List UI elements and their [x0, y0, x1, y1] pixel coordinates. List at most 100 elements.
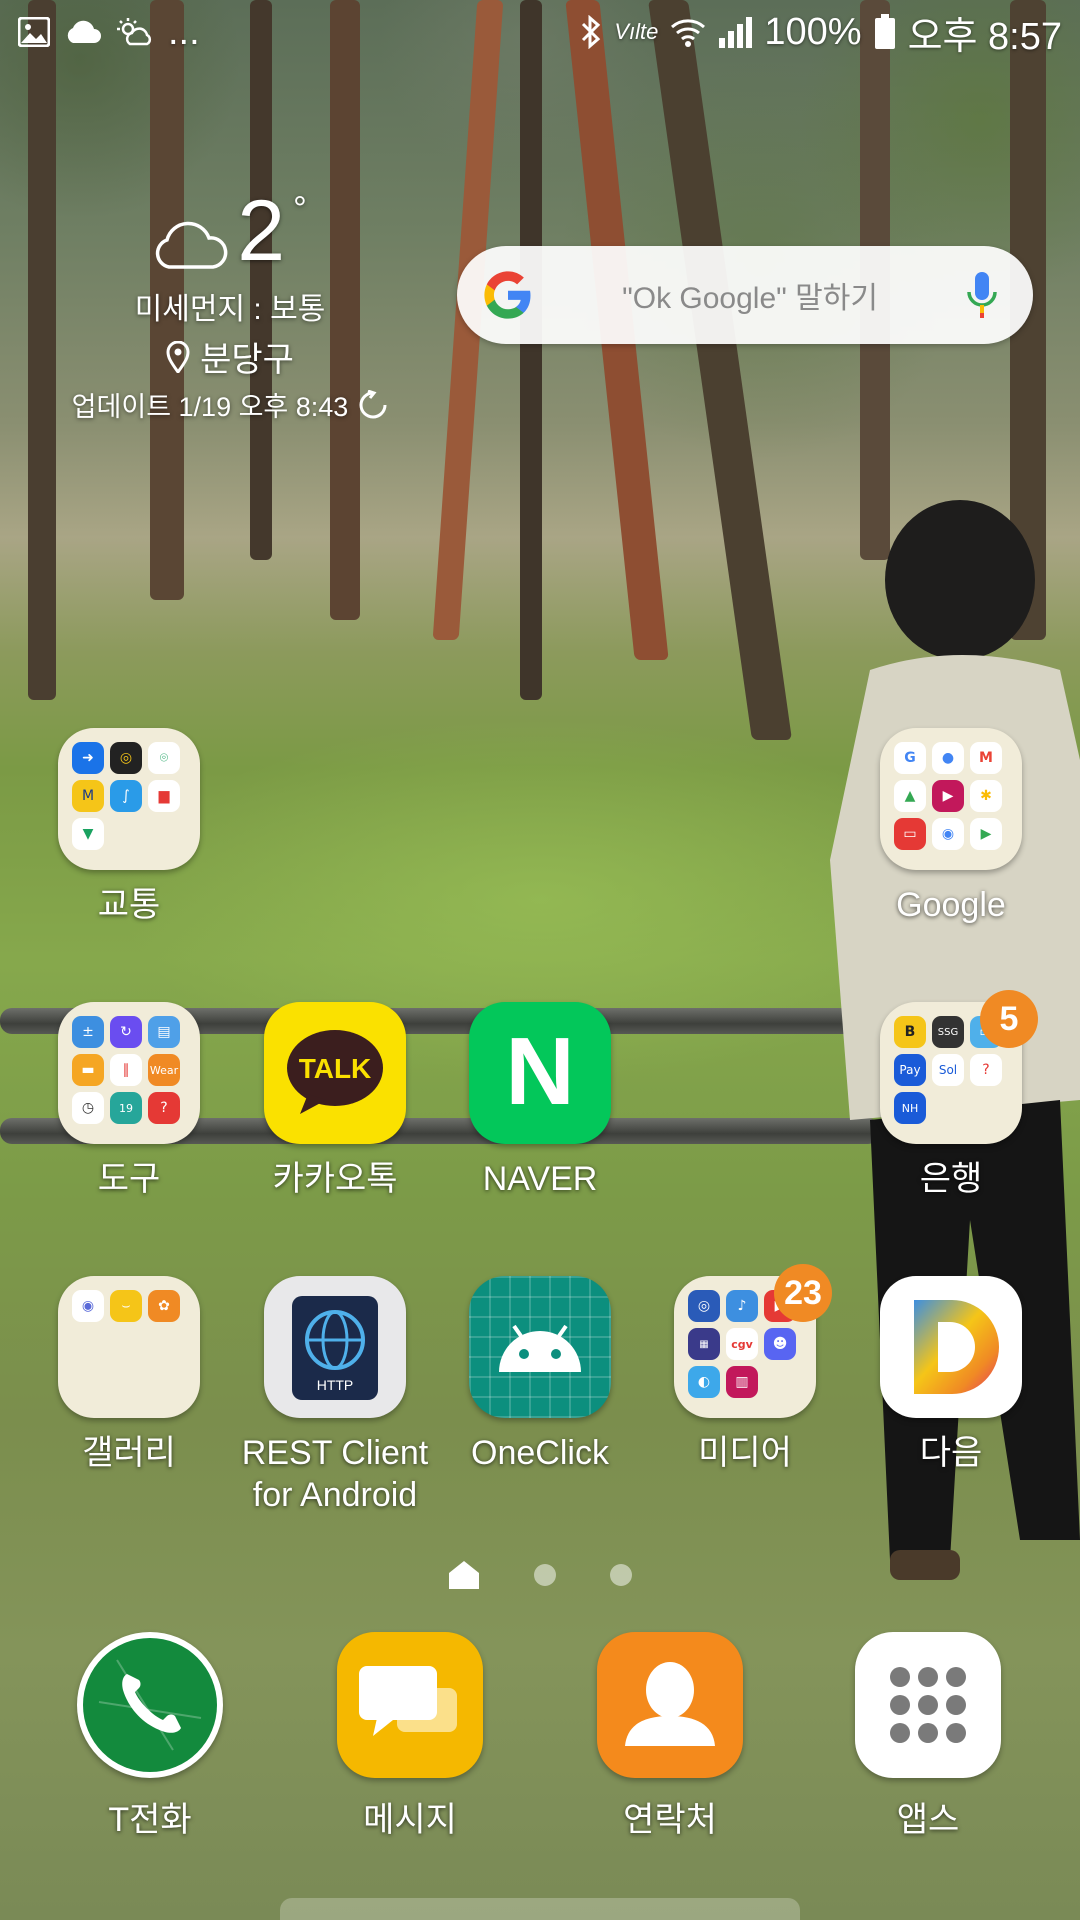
mega-app-icon: ▦	[688, 1328, 720, 1360]
daum-logo	[914, 1300, 999, 1394]
dock-messages[interactable]: 메시지	[300, 1632, 520, 1841]
app-rest-client[interactable]: HTTP REST Client for Android	[235, 1276, 435, 1516]
nav-app-icon: ➜	[72, 742, 104, 774]
smile-app-icon: ⌣	[110, 1290, 142, 1322]
mic-icon[interactable]	[965, 270, 999, 320]
battery-icon	[874, 14, 896, 50]
voice-search-icon: ●	[932, 742, 964, 774]
folder-bank[interactable]: B SSG ▭ Pay Sol ? NH 5 은행	[851, 990, 1051, 1200]
google-search-bar[interactable]: "Ok Google" 말하기	[457, 246, 1033, 344]
cloud-icon	[64, 20, 102, 44]
temperature: 2	[237, 183, 286, 279]
kakaotalk-icon[interactable]: TALK	[264, 1002, 406, 1144]
wifi-icon	[670, 17, 706, 47]
folder-media-tile[interactable]: ◎ ♪ ▶ ▦ cgv ☻ ◐ ▥ 23	[674, 1264, 832, 1418]
page-dot-2[interactable]	[534, 1564, 556, 1586]
folder-preview: ± ↻ ▤ ▬ ∥ Wear ◷ 19 ?	[72, 1016, 186, 1130]
app-rest-client-label-line2: for Android	[252, 1476, 418, 1514]
daum-icon[interactable]	[880, 1276, 1022, 1418]
dock-messages-label: 메시지	[363, 1801, 457, 1839]
folder-preview: ➜ ◎ ⌾ M ∫ ▆ ▼	[72, 742, 186, 856]
folder-tools-label: 도구	[97, 1160, 161, 1198]
signal-icon	[718, 16, 753, 48]
messages-icon[interactable]	[337, 1632, 483, 1778]
page-dot-3[interactable]	[610, 1564, 632, 1586]
sync-app-icon: ↻	[110, 1016, 142, 1048]
contacts-icon[interactable]	[597, 1632, 743, 1778]
dock-contacts[interactable]: 연락처	[560, 1632, 780, 1841]
rest-client-icon[interactable]: HTTP	[264, 1276, 406, 1418]
dock-contacts-label: 연락처	[623, 1801, 717, 1839]
folder-gallery-label: 갤러리	[82, 1434, 176, 1472]
app-naver[interactable]: N NAVER	[440, 1002, 640, 1200]
home-page-icon[interactable]	[448, 1560, 480, 1590]
image-icon	[18, 17, 50, 47]
app-oneclick[interactable]: OneClick	[440, 1276, 640, 1474]
nh-bank-icon: NH	[894, 1092, 926, 1124]
my-files-icon: ▬	[72, 1054, 104, 1086]
gmail-icon: M	[970, 742, 1002, 774]
folder-bank-tile[interactable]: B SSG ▭ Pay Sol ? NH 5	[880, 990, 1038, 1144]
apps-drawer-icon[interactable]	[855, 1632, 1001, 1778]
app-kakaotalk[interactable]: TALK 카카오톡	[235, 1002, 435, 1200]
google-app-icon: G	[894, 742, 926, 774]
location-pin-icon	[166, 340, 190, 373]
fine-dust-status: 미세먼지 : 보통	[134, 293, 326, 326]
play-store-icon: ▶	[970, 818, 1002, 850]
weather-cloud-icon	[153, 188, 229, 277]
folder-preview: ◉ ⌣ ✿	[72, 1290, 186, 1404]
wallpaper-tree	[28, 0, 56, 700]
folder-tools-tile[interactable]: ± ↻ ▤ ▬ ∥ Wear ◷ 19 ?	[58, 1002, 200, 1144]
notification-badge: 23	[774, 1264, 832, 1322]
status-left: ...	[18, 11, 200, 54]
driving-app-icon: ◎	[110, 742, 142, 774]
music-app-icon: ♪	[726, 1290, 758, 1322]
chrome-icon: ◉	[932, 818, 964, 850]
dock-apps-label: 앱스	[896, 1801, 960, 1839]
notification-badge: 5	[980, 990, 1038, 1048]
youtube-icon: ▭	[894, 818, 926, 850]
android-robot-icon	[499, 1324, 581, 1372]
dock-apps[interactable]: 앱스	[818, 1632, 1038, 1841]
folder-transport-tile[interactable]: ➜ ◎ ⌾ M ∫ ▆ ▼	[58, 728, 200, 870]
t-phone-icon[interactable]	[77, 1632, 223, 1778]
wear-app-icon: Wear	[148, 1054, 180, 1086]
calculator-icon: ±	[72, 1016, 104, 1048]
clock-app-icon: ◷	[72, 1092, 104, 1124]
naver-icon[interactable]: N	[469, 1002, 611, 1144]
route-app-icon: ∫	[110, 780, 142, 812]
refresh-icon[interactable]	[358, 389, 388, 420]
weather-top: 2 °	[60, 188, 400, 278]
dock-phone[interactable]: T전화	[40, 1632, 260, 1841]
folder-transport-label: 교통	[97, 886, 161, 924]
degree-symbol: °	[293, 190, 307, 228]
world-app-icon: ?	[148, 1092, 180, 1124]
page-indicator[interactable]	[0, 1560, 1080, 1590]
naver-logo: N	[505, 1018, 574, 1125]
location-name: 분당구	[200, 341, 294, 379]
kb-app-icon: ?	[970, 1054, 1002, 1086]
oneclick-icon[interactable]	[469, 1276, 611, 1418]
sol-app-icon: Sol	[932, 1054, 964, 1086]
map-pin-app-icon: ⌾	[148, 742, 180, 774]
app-daum-label: 다음	[919, 1434, 983, 1472]
sun-cloud-icon	[116, 17, 154, 47]
app-daum[interactable]: 다음	[851, 1276, 1051, 1474]
voice-recorder-icon: ∥	[110, 1054, 142, 1086]
folder-transport[interactable]: ➜ ◎ ⌾ M ∫ ▆ ▼ 교통	[29, 728, 229, 926]
folder-google-tile[interactable]: G ● M ▲ ▶ ✱ ▭ ◉ ▶	[880, 728, 1022, 870]
folder-media[interactable]: ◎ ♪ ▶ ▦ cgv ☻ ◐ ▥ 23 미디어	[645, 1264, 845, 1474]
search-placeholder[interactable]: "Ok Google" 말하기	[535, 273, 965, 317]
folder-google-label: Google	[896, 886, 1006, 924]
clock: 오후 8:57	[907, 15, 1062, 58]
folder-gallery[interactable]: ◉ ⌣ ✿ 갤러리	[29, 1276, 229, 1474]
bluetooth-icon	[580, 15, 602, 49]
volte-icon: Vılte	[614, 19, 659, 44]
folder-tools[interactable]: ± ↻ ▤ ▬ ∥ Wear ◷ 19 ? 도구	[29, 1002, 229, 1200]
wallpaper-tree	[520, 0, 542, 700]
weather-widget[interactable]: 2 ° 미세먼지 : 보통 분당구 업데이트 1/19 오후 8:43	[60, 188, 400, 424]
folder-google[interactable]: G ● M ▲ ▶ ✱ ▭ ◉ ▶ Google	[851, 728, 1051, 926]
discord-icon: ☻	[764, 1328, 796, 1360]
folder-gallery-tile[interactable]: ◉ ⌣ ✿	[58, 1276, 200, 1418]
samsung-pay-icon: Pay	[894, 1054, 926, 1086]
